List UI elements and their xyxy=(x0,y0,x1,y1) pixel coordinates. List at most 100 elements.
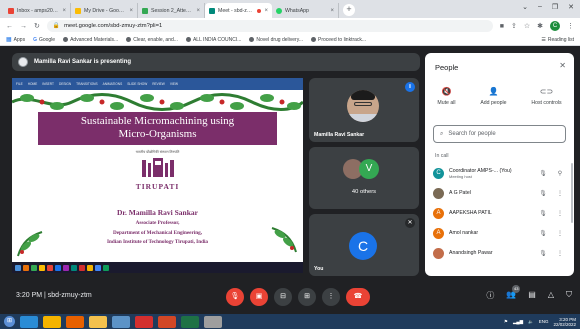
mute-all-button[interactable]: 🔇 Mute all xyxy=(437,87,455,106)
taskbar-excel-icon[interactable] xyxy=(181,315,199,328)
mic-off-icon[interactable]: 🎙 xyxy=(537,190,549,197)
people-button[interactable]: 👥 43 xyxy=(506,285,521,301)
avatar: C xyxy=(349,232,377,260)
whatsapp-icon xyxy=(276,7,282,14)
camera-indicator-icon[interactable]: ■ xyxy=(500,23,504,30)
taskbar-chrome-window-icon[interactable] xyxy=(112,315,130,328)
new-tab-button[interactable]: + xyxy=(343,4,355,16)
taskbar-explorer-icon[interactable] xyxy=(89,315,107,328)
activities-button[interactable]: △ xyxy=(548,290,554,301)
bookmark-novel-drug[interactable]: Novel drug delivery... xyxy=(249,37,303,43)
system-clock[interactable]: 3:20 PM 22/02/2022 xyxy=(553,317,576,327)
captions-button[interactable]: ⊟ xyxy=(274,288,292,306)
info-button[interactable]: ⓘ xyxy=(486,290,494,301)
mic-toggle-button[interactable]: 🎙 xyxy=(226,288,244,306)
close-icon[interactable]: × xyxy=(129,8,133,14)
ribbon-item: ANIMATIONS xyxy=(102,82,123,86)
avatar: C xyxy=(433,167,444,179)
close-icon[interactable]: × xyxy=(196,8,200,14)
close-window-icon[interactable]: ✕ xyxy=(568,3,574,11)
chevron-down-icon[interactable]: ⌄ xyxy=(522,3,528,11)
list-item[interactable]: A Amol nankar 🎙 ⋮ xyxy=(425,223,574,243)
mic-off-icon[interactable]: 🎙 xyxy=(537,230,549,237)
taskbar-ie-icon[interactable] xyxy=(20,315,38,328)
browser-tab-meet[interactable]: Meet - sbd-zmuy-ztm × xyxy=(205,3,272,18)
close-icon[interactable]: × xyxy=(62,8,66,14)
list-item[interactable]: A AAPEKSHA PATIL 🎙 ⋮ xyxy=(425,203,574,223)
flag-icon[interactable]: ⚑ xyxy=(504,319,508,325)
others-avatars: V xyxy=(343,159,379,179)
presentation-stage[interactable]: FILE HOME INSERT DESIGN TRANSITIONS ANIM… xyxy=(12,78,303,273)
bookmark-google[interactable]: G Google xyxy=(33,37,55,43)
more-options-button[interactable]: ⋮ xyxy=(322,288,340,306)
address-input[interactable]: 🔒 meet.google.com/sbd-zmuy-ztm?pli=1 xyxy=(46,20,493,32)
participant-tile-you[interactable]: ✕ C You xyxy=(309,214,419,276)
scrollbar[interactable] xyxy=(571,163,573,223)
network-icon[interactable]: ▂▄▆ xyxy=(513,319,523,325)
taskbar-powerpoint-icon[interactable] xyxy=(158,315,176,328)
language-indicator[interactable]: ENG xyxy=(539,319,549,324)
browser-tab-drive[interactable]: My Drive - Google Drive × xyxy=(71,3,138,18)
browser-tab-attendance[interactable]: Session 2_Attendance Day -2 × xyxy=(138,3,205,18)
search-input[interactable]: ⌕ Search for people xyxy=(433,125,566,143)
action-label: Add people xyxy=(480,100,507,106)
browser-tab-whatsapp[interactable]: WhatsApp × xyxy=(272,3,339,18)
bookmark-advanced-materials[interactable]: Advanced Materials... xyxy=(63,37,118,43)
minimize-icon[interactable]: – xyxy=(538,3,542,11)
avatar-glasses xyxy=(354,102,372,106)
mic-off-icon[interactable]: 🎙 xyxy=(537,210,549,217)
speaking-indicator-icon: ⦀ xyxy=(405,82,415,92)
taskbar-firefox-icon[interactable] xyxy=(66,315,84,328)
ribbon-item: INSERT xyxy=(42,82,54,86)
decorative-vine xyxy=(12,90,303,112)
participant-name-cell: Coordinator AMPS-... (You) Meeting host xyxy=(449,168,532,179)
address-toolbar: ← → ↻ 🔒 meet.google.com/sbd-zmuy-ztm?pli… xyxy=(0,18,580,34)
app-icon xyxy=(87,264,93,271)
reload-icon[interactable]: ↻ xyxy=(34,22,40,30)
taskbar-pdf-icon[interactable] xyxy=(135,315,153,328)
mic-off-icon[interactable]: 🎙 xyxy=(537,170,549,177)
close-icon[interactable]: × xyxy=(330,8,334,14)
close-icon[interactable]: ✕ xyxy=(559,61,566,70)
more-options-icon[interactable]: ⋮ xyxy=(554,250,566,257)
back-arrow-icon[interactable]: ← xyxy=(6,23,13,30)
profile-avatar[interactable]: C xyxy=(550,21,560,31)
start-button[interactable]: ⊞ xyxy=(4,316,15,327)
host-controls-lock-button[interactable]: ⛉ xyxy=(566,290,572,301)
camera-toggle-button[interactable]: ▣ xyxy=(250,288,268,306)
taskbar-chrome-icon[interactable] xyxy=(43,315,61,328)
chat-button[interactable]: ▤ xyxy=(528,290,536,301)
star-icon[interactable]: ☆ xyxy=(524,22,530,30)
maximize-icon[interactable]: ❐ xyxy=(552,3,558,11)
share-icon[interactable]: ⇪ xyxy=(511,22,517,30)
avatar: A xyxy=(433,227,444,239)
bookmark-apps[interactable]: ▦ Apps xyxy=(6,36,25,44)
bookmark-linktrack[interactable]: Proceed to linktrack... xyxy=(311,37,366,43)
extensions-icon[interactable]: ✱ xyxy=(537,22,543,30)
taskbar-paint-icon[interactable] xyxy=(204,315,222,328)
bookmark-all-india-council[interactable]: ALL INDIA COUNCI... xyxy=(185,37,241,43)
host-controls-button[interactable]: ⊂⊃ Host controls xyxy=(531,87,561,106)
bookmark-clear-enable[interactable]: Clear, enable, and... xyxy=(126,37,178,43)
participant-tile-presenter[interactable]: ⦀ Mamilla Ravi Sankar xyxy=(309,78,419,142)
participant-tile-others[interactable]: V 40 others xyxy=(309,147,419,209)
more-menu-icon[interactable]: ⋮ xyxy=(567,22,574,30)
slide-title-line: Sustainable Micromachining using xyxy=(80,115,235,127)
mic-off-icon[interactable]: 🎙 xyxy=(537,250,549,257)
add-people-button[interactable]: 👤 Add people xyxy=(480,87,506,106)
list-item[interactable]: A G Patel 🎙 ⋮ xyxy=(425,183,574,203)
browser-tab-gmail[interactable]: Inbox - amps20gpn@gmail.co × xyxy=(4,3,71,18)
list-item[interactable]: C Coordinator AMPS-... (You) Meeting hos… xyxy=(425,163,574,183)
pin-icon[interactable]: ⚲ xyxy=(554,170,566,177)
volume-icon[interactable]: 🔈 xyxy=(528,319,534,325)
reading-list-button[interactable]: ☰ Reading list xyxy=(541,37,574,43)
more-options-icon[interactable]: ⋮ xyxy=(554,190,566,197)
mic-off-icon: 🎙 xyxy=(230,293,240,300)
list-item[interactable]: Anandsingh Pawar 🎙 ⋮ xyxy=(425,243,574,263)
close-icon[interactable]: × xyxy=(264,8,268,14)
leave-call-button[interactable]: ☎ xyxy=(346,288,370,306)
present-button[interactable]: ⊞ xyxy=(298,288,316,306)
more-options-icon[interactable]: ⋮ xyxy=(554,230,566,237)
more-options-icon[interactable]: ⋮ xyxy=(554,210,566,217)
forward-arrow-icon[interactable]: → xyxy=(20,23,27,30)
